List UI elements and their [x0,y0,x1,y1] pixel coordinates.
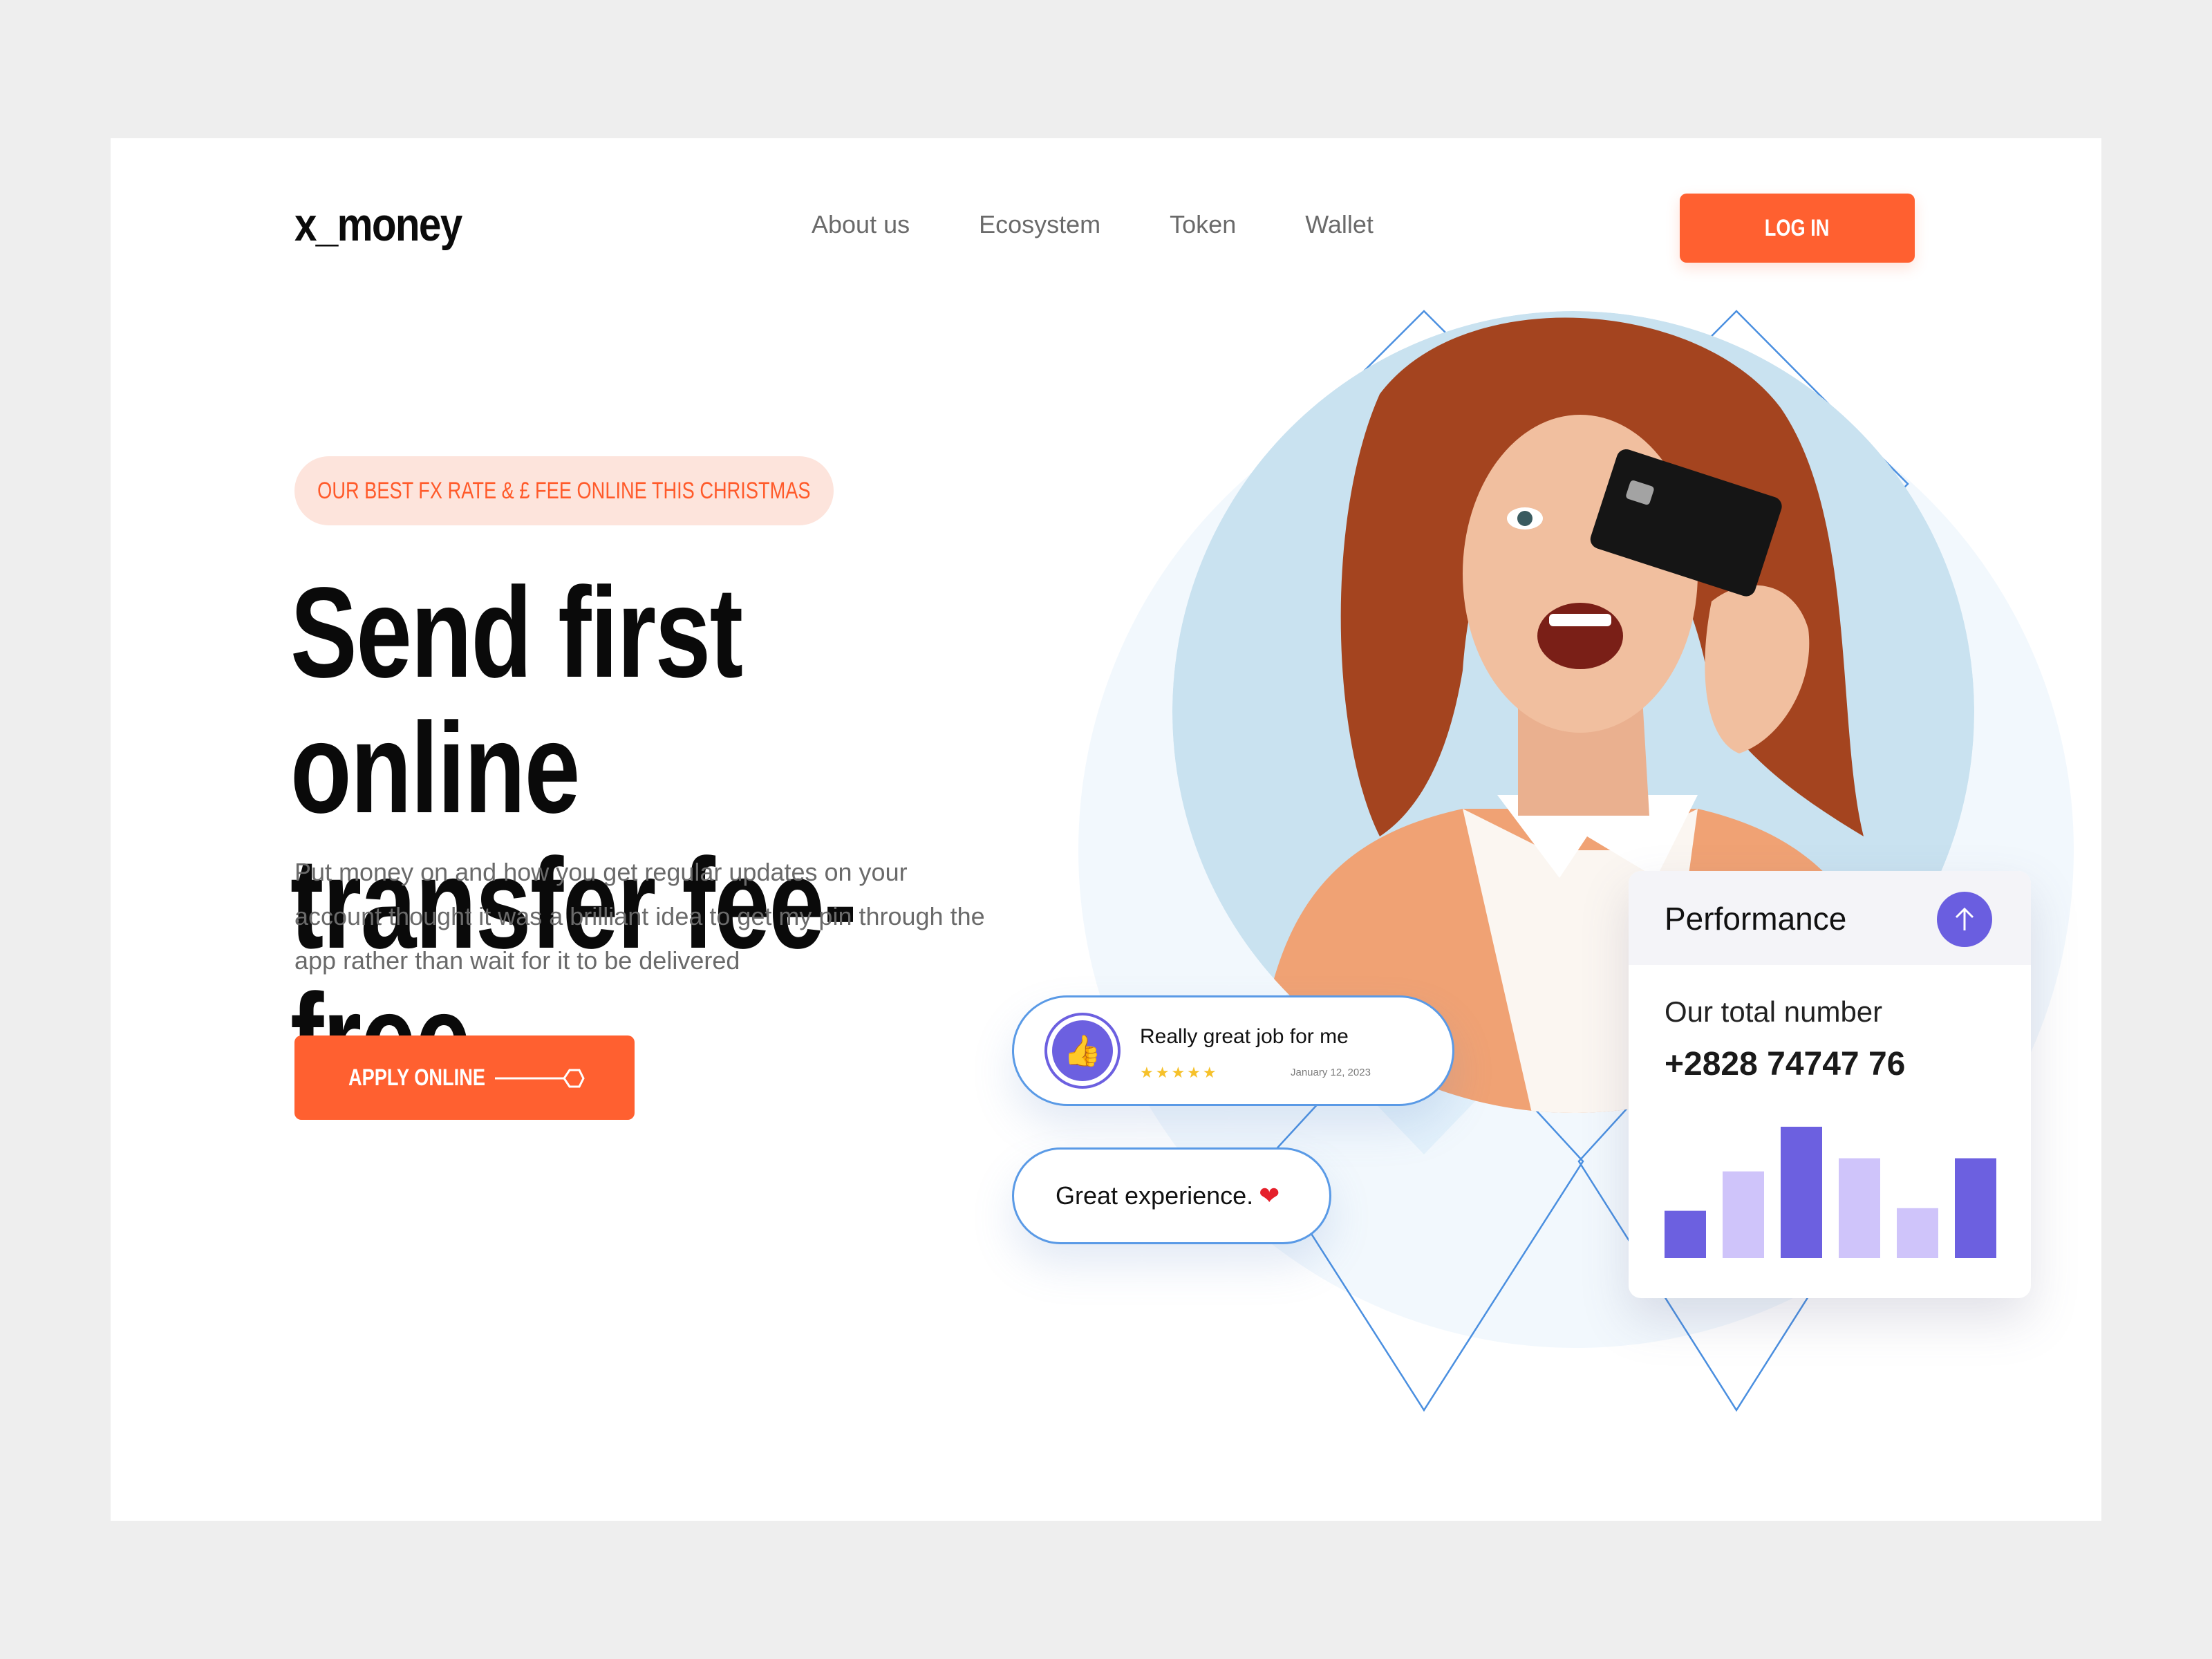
headline-line-1: Send first online [290,561,743,840]
performance-bar-3 [1781,1127,1822,1258]
performance-card: Performance Our total number +2828 74747… [1629,871,2031,1298]
apply-online-label: APPLY ONLINE [348,1064,486,1091]
review-text: Really great job for me [1140,1025,1349,1048]
main-nav: About us Ecosystem Token Wallet [812,210,1374,239]
performance-bar-2 [1723,1171,1764,1258]
apply-online-button[interactable]: APPLY ONLINE [294,1035,635,1120]
hero-headline: Send first online transfer fee-free [290,565,991,1107]
performance-bar-4 [1839,1158,1880,1258]
promo-text: OUR BEST FX RATE & £ FEE ONLINE THIS CHR… [317,477,811,504]
nav-ecosystem[interactable]: Ecosystem [979,210,1100,239]
promo-badge: OUR BEST FX RATE & £ FEE ONLINE THIS CHR… [294,456,834,525]
heart-icon: ❤ [1259,1181,1280,1210]
performance-bar-chart [1665,1127,1996,1258]
login-button-label: LOG IN [1765,214,1830,241]
nav-wallet[interactable]: Wallet [1305,210,1374,239]
nav-about-us[interactable]: About us [812,210,910,239]
login-button[interactable]: LOG IN [1680,194,1915,263]
review-date: January 12, 2023 [1291,1067,1371,1078]
review-card: 👍 Really great job for me ★★★★★ January … [1012,995,1454,1106]
performance-bar-6 [1955,1158,1996,1258]
brand-logo[interactable]: x_money [294,198,462,252]
thumbs-up-icon: 👍 [1052,1020,1113,1081]
thumbs-up-avatar: 👍 [1044,1013,1121,1089]
arrow-line-icon [495,1069,585,1088]
landing-page: x_money About us Ecosystem Token Wallet … [111,138,2101,1521]
rating-stars: ★★★★★ [1140,1064,1219,1081]
experience-card: Great experience. ❤ [1012,1147,1331,1244]
performance-bar-1 [1665,1210,1706,1258]
experience-text: Great experience. [1056,1181,1254,1210]
hero-subtext: Put money on and how you get regular upd… [294,858,985,975]
performance-bar-5 [1897,1208,1938,1258]
nav-token[interactable]: Token [1170,210,1236,239]
